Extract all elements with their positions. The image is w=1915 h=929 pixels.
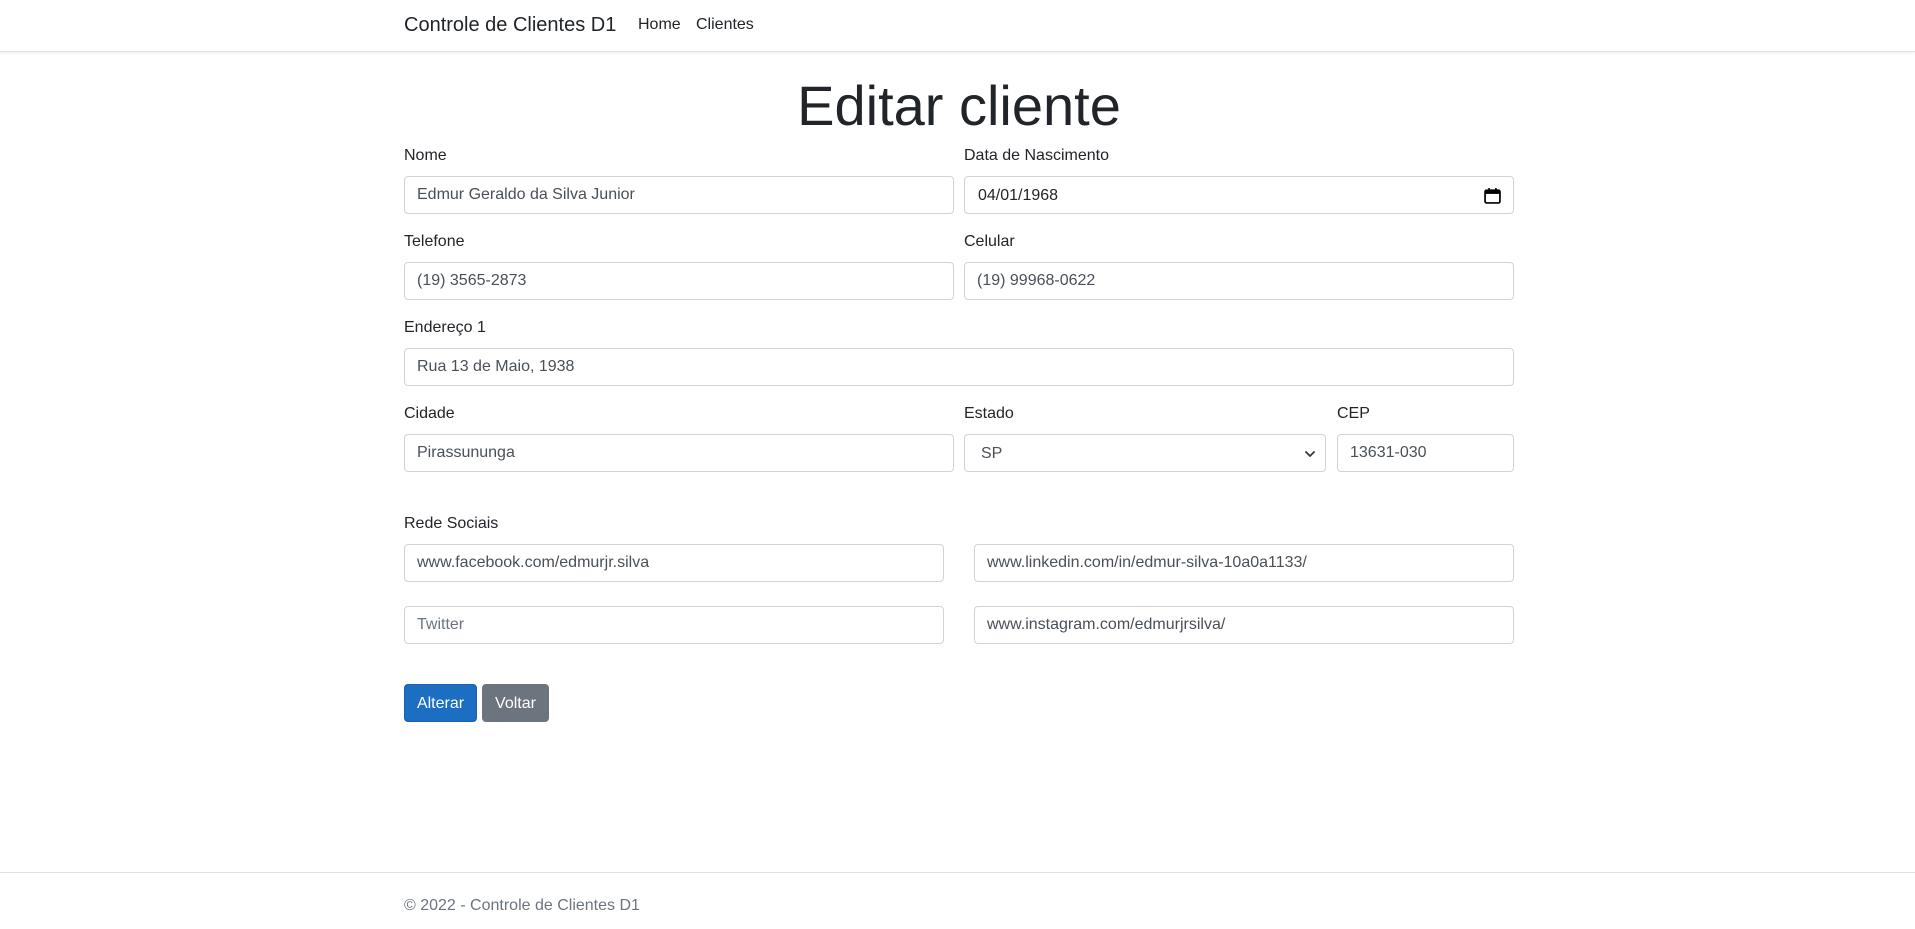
nav-link-clientes[interactable]: Clientes xyxy=(696,15,754,35)
nome-input[interactable] xyxy=(404,176,954,214)
cep-label: CEP xyxy=(1337,405,1370,422)
nome-label: Nome xyxy=(404,147,447,164)
cidade-input[interactable] xyxy=(404,434,954,472)
page-title: Editar cliente xyxy=(797,74,1121,137)
telefone-label: Telefone xyxy=(404,233,465,250)
top-navbar: Controle de Clientes D1 Home Clientes xyxy=(0,0,1915,52)
facebook-input[interactable] xyxy=(404,544,944,582)
nav-link-home[interactable]: Home xyxy=(638,15,681,35)
celular-input[interactable] xyxy=(964,262,1514,300)
endereco-label: Endereço 1 xyxy=(404,319,486,336)
instagram-input[interactable] xyxy=(974,606,1514,644)
estado-select[interactable]: SP xyxy=(964,434,1326,472)
twitter-input[interactable] xyxy=(404,606,944,644)
nascimento-value: 04/01/1968 xyxy=(978,187,1059,204)
nascimento-label: Data de Nascimento xyxy=(964,147,1109,164)
telefone-input[interactable] xyxy=(404,262,954,300)
calendar-icon[interactable] xyxy=(1484,187,1501,204)
estado-value: SP xyxy=(981,445,1003,462)
linkedin-input[interactable] xyxy=(974,544,1514,582)
navbar-brand[interactable]: Controle de Clientes D1 xyxy=(404,13,616,37)
redes-sociais-label: Rede Sociais xyxy=(404,515,499,532)
alterar-button[interactable]: Alterar xyxy=(404,684,477,722)
footer: © 2022 - Controle de Clientes D1 xyxy=(0,872,1915,929)
endereco-input[interactable] xyxy=(404,348,1514,386)
footer-copyright: © 2022 - Controle de Clientes D1 xyxy=(404,897,640,914)
cep-input[interactable] xyxy=(1337,434,1514,472)
voltar-button[interactable]: Voltar xyxy=(482,684,549,722)
cidade-label: Cidade xyxy=(404,405,455,422)
estado-label: Estado xyxy=(964,405,1014,422)
chevron-down-icon xyxy=(1305,451,1315,457)
nascimento-input[interactable]: 04/01/1968 xyxy=(964,176,1514,214)
celular-label: Celular xyxy=(964,233,1015,250)
